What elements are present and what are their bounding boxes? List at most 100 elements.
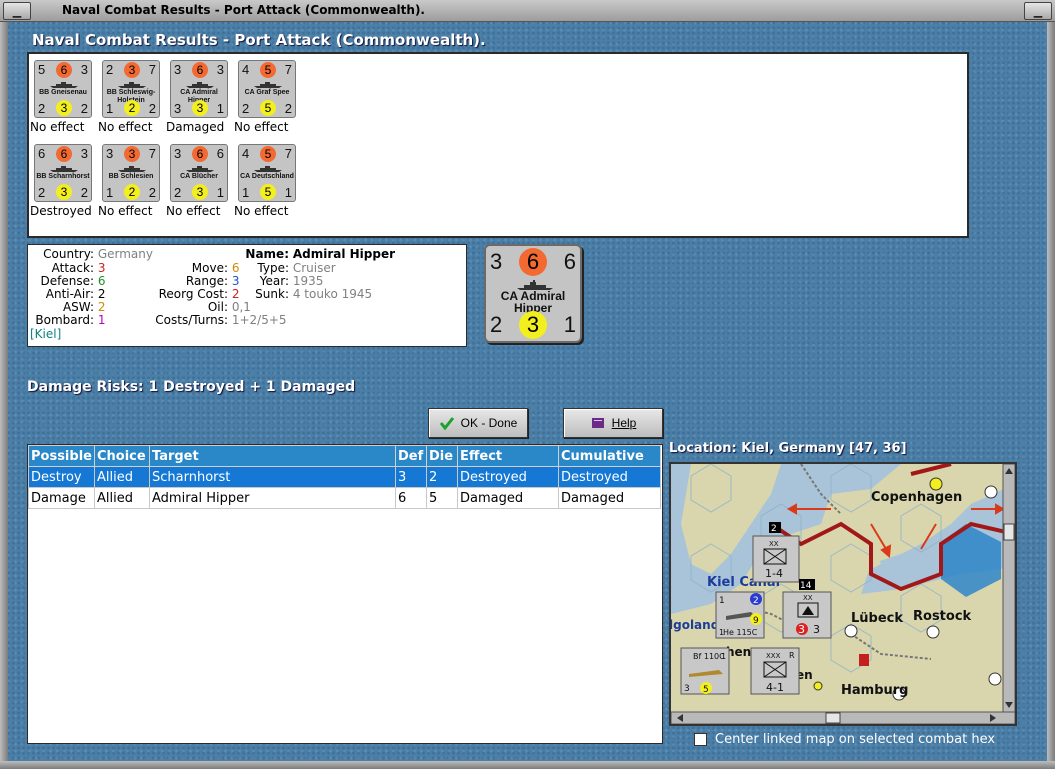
- name-label: Name:: [245, 247, 289, 261]
- checkmark-icon: [439, 417, 454, 431]
- help-button[interactable]: Help: [563, 408, 663, 438]
- col-target[interactable]: Target: [149, 445, 396, 467]
- asw-value: 2: [97, 300, 106, 314]
- ship-icon: [50, 82, 78, 88]
- oil-value: 0,1: [231, 300, 251, 314]
- counter4-tr: 1: [721, 652, 726, 661]
- combat-results-panel: 5 6 3 BB Gneisenau 2 3 2 No effect 2 3 7 BB Schlesw…: [27, 52, 969, 238]
- col-cumulative[interactable]: Cumulative: [558, 445, 661, 467]
- country-label: Country:: [43, 247, 94, 261]
- unit-card[interactable]: 363CA Admiral Hipper331Damaged: [166, 60, 228, 134]
- unit-card[interactable]: 4 5 7 CA Graf Spee 2 5 2 No effect: [234, 60, 296, 134]
- unit-name: CA Graf Spee: [244, 89, 290, 96]
- table-row[interactable]: Damage Allied Admiral Hipper 6 5 Damaged…: [28, 487, 661, 509]
- type-value: Cruiser: [292, 261, 336, 275]
- cell-die: 5: [426, 487, 458, 509]
- reorg-value: 2: [231, 287, 240, 301]
- unit-card[interactable]: 4 5 7 CA Deutschland 1 5 1 No effect: [234, 144, 296, 218]
- name-value: Admiral Hipper: [292, 247, 396, 261]
- unit-attack: 2: [106, 62, 114, 77]
- ok-done-button[interactable]: OK - Done: [428, 408, 528, 438]
- unit-asw: 2: [80, 185, 88, 200]
- unit-card[interactable]: 3 3 7 BB Schlesien 1 2 2 No effect: [98, 144, 160, 218]
- unit-move: 3: [80, 62, 88, 77]
- unit-counter[interactable]: 4 5 7 CA Deutschland 1 5 1: [238, 144, 296, 202]
- location-link[interactable]: [Kiel]: [30, 327, 61, 341]
- unit-antiair: 3: [174, 101, 182, 116]
- unit-defense-dot: 6: [56, 62, 72, 78]
- unit-bombard-dot: 2: [124, 184, 140, 200]
- unit-defense-dot: 3: [124, 62, 140, 78]
- unit-card[interactable]: 6 6 3 BB Scharnhorst 2 3 2 Destroyed: [30, 144, 92, 218]
- col-def[interactable]: Def: [395, 445, 427, 467]
- unit-move: 7: [148, 62, 156, 77]
- counter3-tr: 2: [753, 596, 759, 606]
- map-canvas: Copenhagen Lübeck Rostock Hamburg Kiel C…: [671, 464, 1015, 724]
- ship-icon: [254, 166, 282, 172]
- damage-risks-text: Damage Risks: 1 Destroyed + 1 Damaged: [27, 379, 356, 395]
- unit-name: BB Gneisenau: [39, 89, 87, 96]
- ok-done-label: OK - Done: [460, 416, 518, 430]
- col-choice[interactable]: Choice: [94, 445, 150, 467]
- selected-unit-counter: 3 6 6 CA Admiral Hipper 2 3 1: [484, 244, 582, 343]
- counter2-top: 14: [800, 581, 812, 591]
- map-label-rostock: Rostock: [913, 609, 972, 624]
- linked-map[interactable]: Copenhagen Lübeck Rostock Hamburg Kiel C…: [669, 462, 1017, 726]
- unit-asw: 1: [216, 101, 224, 116]
- unit-bombard-dot: 3: [192, 184, 208, 200]
- unit-defense-dot: 5: [260, 62, 276, 78]
- unit-bombard-dot: 5: [260, 100, 276, 116]
- col-effect[interactable]: Effect: [457, 445, 559, 467]
- counter-antiair: 2: [490, 312, 503, 337]
- unit-bombard-dot: 3: [56, 100, 72, 116]
- unit-bombard-dot: 3: [56, 184, 72, 200]
- ship-icon: [254, 82, 282, 88]
- unit-asw: 1: [216, 185, 224, 200]
- counter1-bottom: 1-4: [765, 567, 783, 580]
- unit-card[interactable]: 237BB Schleswig-Holstein122No effect: [98, 60, 160, 134]
- window-frame-right: [1047, 22, 1055, 762]
- unit-counter[interactable]: 4 5 7 CA Graf Spee 2 5 2: [238, 60, 296, 118]
- unit-counter[interactable]: 6 6 3 BB Scharnhorst 2 3 2: [34, 144, 92, 202]
- cell-cumulative: Destroyed: [558, 466, 661, 488]
- unit-defense-dot: 6: [192, 146, 208, 162]
- counter1-size: XX: [769, 540, 779, 548]
- unit-attack: 4: [242, 146, 250, 161]
- range-value: 3: [231, 274, 240, 288]
- cell-cumulative: Damaged: [558, 487, 661, 509]
- unit-counter[interactable]: 237BB Schleswig-Holstein122: [102, 60, 160, 118]
- unit-counter[interactable]: 5 6 3 BB Gneisenau 2 3 2: [34, 60, 92, 118]
- table-row[interactable]: Destroy Allied Scharnhorst 3 2 Destroyed…: [28, 466, 661, 488]
- center-map-checkbox[interactable]: [694, 733, 707, 746]
- map-counter-fighter[interactable]: Bf 110C 1 3 5: [680, 647, 730, 695]
- unit-bombard-dot: 2: [124, 100, 140, 116]
- maximize-icon[interactable]: ▁: [1024, 2, 1052, 20]
- counter-asw: 1: [563, 312, 576, 337]
- counter4-br: 5: [703, 685, 709, 695]
- unit-move: 7: [284, 62, 292, 77]
- map-label-lubeck: Lübeck: [851, 611, 903, 626]
- unit-asw: 2: [148, 101, 156, 116]
- move-value: 6: [231, 261, 240, 275]
- counter5-size: XXX: [766, 652, 781, 660]
- ship-icon: [186, 82, 214, 88]
- counter5-r: R: [789, 651, 795, 660]
- unit-counter[interactable]: 3 6 6 CA Blücher 2 3 1: [170, 144, 228, 202]
- center-map-option[interactable]: Center linked map on selected combat hex: [694, 732, 995, 747]
- minimize-icon[interactable]: ▁: [3, 2, 31, 20]
- title-bar: ▁ Naval Combat Results - Port Attack (Co…: [0, 0, 1055, 22]
- col-die[interactable]: Die: [426, 445, 458, 467]
- unit-name: CA Deutschland: [240, 173, 294, 180]
- counter-bombard-dot: 3: [519, 311, 547, 339]
- unit-card[interactable]: 3 6 6 CA Blücher 2 3 1 No effect: [166, 144, 228, 218]
- unit-counter[interactable]: 363CA Admiral Hipper331: [170, 60, 228, 118]
- help-label: Help: [611, 416, 637, 430]
- unit-card[interactable]: 5 6 3 BB Gneisenau 2 3 2 No effect: [30, 60, 92, 134]
- costs-label: Costs/Turns:: [155, 313, 228, 327]
- map-counter-seaplane[interactable]: 1 2 He 115C 1 9: [715, 591, 765, 639]
- unit-asw: 2: [284, 101, 292, 116]
- col-possible[interactable]: Possible: [28, 445, 95, 467]
- unit-counter[interactable]: 3 3 7 BB Schlesien 1 2 2: [102, 144, 160, 202]
- combat-table-panel: Possible Choice Target Def Die Effect Cu…: [27, 444, 663, 744]
- map-counter-corps[interactable]: XXX R 4-1: [750, 647, 800, 695]
